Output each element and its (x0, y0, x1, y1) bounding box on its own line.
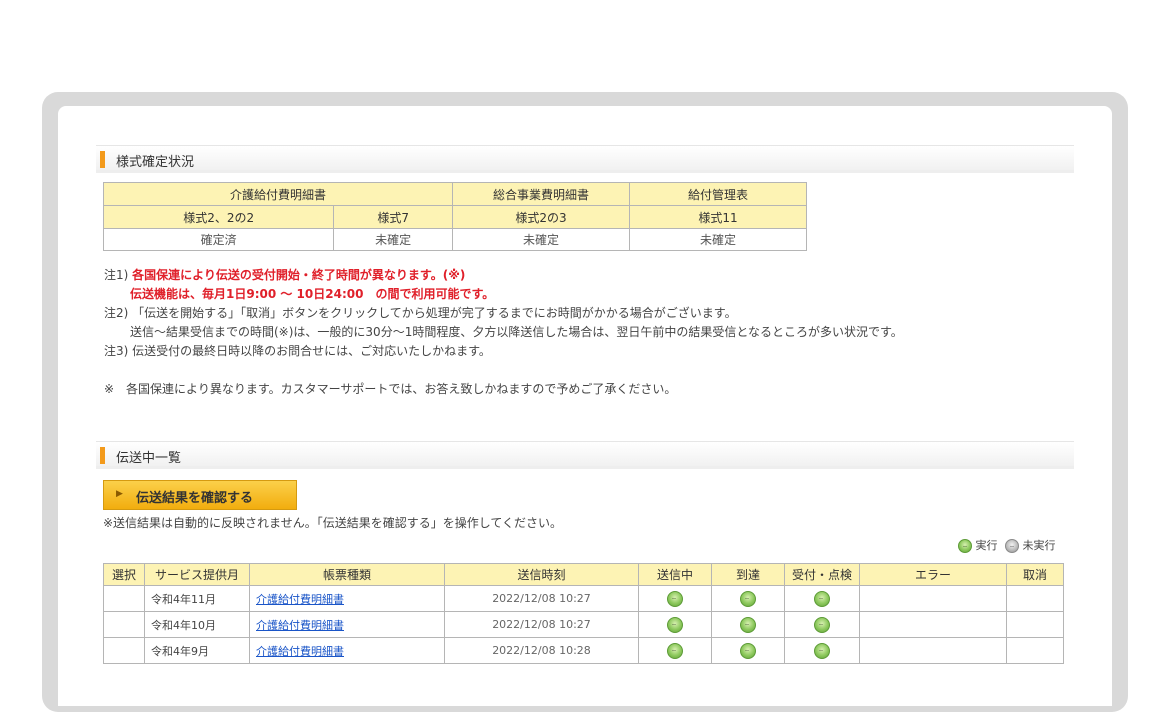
accepted-status (784, 585, 860, 612)
status-cell: 未確定 (452, 228, 630, 251)
note-3: 注3) 伝送受付の最終日時以降のお問合せには、ご対応いたしかねます。 (104, 344, 491, 358)
confirm-results-label: 伝送結果を確認する (136, 491, 254, 506)
select-cell[interactable] (103, 611, 145, 638)
form-header: 様式2、2の2 (102, 205, 335, 229)
green-circle-icon (814, 590, 830, 607)
section-header-transmission-list: 伝送中一覧 (96, 441, 1074, 469)
green-circle-icon (740, 590, 756, 607)
accepted-status (784, 611, 860, 638)
sending-status (638, 611, 712, 638)
note-2: 注2) 「伝送を開始する」「取消」ボタンをクリックしてから処理が完了するまでにお… (104, 306, 737, 320)
status-cell: 未確定 (333, 228, 453, 251)
form-header: 様式7 (333, 205, 453, 229)
group-header: 介護給付費明細書 (103, 182, 453, 206)
column-header: 送信時刻 (444, 563, 639, 586)
note-1: 注1) 各国保連により伝送の受付開始・終了時間が異なります。(※) (104, 266, 903, 285)
group-header: 総合事業費明細書 (452, 182, 630, 206)
error-cell (859, 611, 1007, 638)
form-status-table: 介護給付費明細書 総合事業費明細書 給付管理表 様式2、2の2 様式7 様式2の… (102, 182, 807, 251)
cancel-cell (1006, 585, 1064, 612)
legend-executed: 実行 (975, 539, 998, 552)
sending-status (638, 585, 712, 612)
select-cell[interactable] (103, 637, 145, 664)
cancel-cell (1006, 637, 1064, 664)
column-header: 選択 (103, 563, 145, 586)
section-accent-bar (100, 151, 105, 168)
form-type-cell: 介護給付費明細書 (249, 637, 445, 664)
select-cell[interactable] (103, 585, 145, 612)
green-circle-icon (740, 642, 756, 659)
notes-block: 注1) 各国保連により伝送の受付開始・終了時間が異なります。(※) 伝送機能は、… (104, 266, 903, 399)
note-2-line-2: 送信～結果受信までの時間(※)は、一般的に30分～1時間程度、夕方以降送信した場… (130, 325, 903, 339)
sending-status (638, 637, 712, 664)
section-title: 伝送中一覧 (116, 451, 182, 466)
status-legend: 実行 未実行 (958, 537, 1056, 553)
send-time: 2022/12/08 10:28 (444, 637, 639, 664)
column-header: サービス提供月 (144, 563, 250, 586)
arrived-status (711, 611, 785, 638)
accepted-status (784, 637, 860, 664)
green-circle-icon (814, 616, 830, 633)
arrived-status (711, 637, 785, 664)
note-1-line-2: 伝送機能は、毎月1日9:00 ～ 10日24:00 の間で利用可能です。 (104, 285, 903, 304)
form-type-cell: 介護給付費明細書 (249, 611, 445, 638)
note-1-text-2: 伝送機能は、毎月1日9:00 ～ 10日24:00 の間で利用可能です。 (130, 287, 495, 301)
form-header: 様式2の3 (452, 205, 630, 229)
results-hint: ※送信結果は自動的に反映されません。「伝送結果を確認する」を操作してください。 (103, 516, 562, 530)
confirm-results-button[interactable]: ▶ 伝送結果を確認する (103, 480, 297, 510)
column-header: 到達 (711, 563, 785, 586)
section-header-form-status: 様式確定状況 (96, 145, 1074, 173)
error-cell (859, 637, 1007, 664)
green-circle-icon (958, 539, 972, 553)
table-row: 令和4年10月 介護給付費明細書 2022/12/08 10:27 (103, 611, 1064, 638)
form-type-link[interactable]: 介護給付費明細書 (256, 619, 344, 632)
green-circle-icon (667, 642, 683, 659)
arrow-right-icon: ▶ (116, 489, 123, 499)
note-1-text: 各国保連により伝送の受付開始・終了時間が異なります。(※) (132, 268, 466, 282)
transmission-table: 選択 サービス提供月 帳票種類 送信時刻 送信中 到達 受付・点検 エラー 取消… (103, 563, 1064, 664)
service-month: 令和4年10月 (144, 611, 250, 638)
section-accent-bar (100, 447, 105, 464)
footnote: ※ 各国保連により異なります。カスタマーサポートでは、お答え致しかねますので予め… (104, 382, 677, 396)
green-circle-icon (667, 590, 683, 607)
send-time: 2022/12/08 10:27 (444, 585, 639, 612)
note-1-prefix: 注1) (104, 268, 129, 282)
error-cell (859, 585, 1007, 612)
service-month: 令和4年9月 (144, 637, 250, 664)
green-circle-icon (740, 616, 756, 633)
section-title: 様式確定状況 (116, 155, 195, 170)
legend-not-executed: 未実行 (1022, 539, 1056, 552)
form-type-link[interactable]: 介護給付費明細書 (256, 593, 344, 606)
arrived-status (711, 585, 785, 612)
form-type-cell: 介護給付費明細書 (249, 585, 445, 612)
column-header: 取消 (1006, 563, 1064, 586)
form-type-link[interactable]: 介護給付費明細書 (256, 645, 344, 658)
table-row: 令和4年11月 介護給付費明細書 2022/12/08 10:27 (103, 585, 1064, 612)
cancel-cell (1006, 611, 1064, 638)
service-month: 令和4年11月 (144, 585, 250, 612)
status-cell: 確定済 (102, 228, 335, 251)
status-cell: 未確定 (629, 228, 807, 251)
send-time: 2022/12/08 10:27 (444, 611, 639, 638)
green-circle-icon (667, 616, 683, 633)
group-header: 給付管理表 (629, 182, 807, 206)
gray-circle-icon (1005, 539, 1019, 553)
column-header: 送信中 (638, 563, 712, 586)
table-header-row: 選択 サービス提供月 帳票種類 送信時刻 送信中 到達 受付・点検 エラー 取消 (103, 563, 1064, 586)
green-circle-icon (814, 642, 830, 659)
form-header: 様式11 (629, 205, 807, 229)
table-row: 令和4年9月 介護給付費明細書 2022/12/08 10:28 (103, 637, 1064, 664)
column-header: エラー (859, 563, 1007, 586)
column-header: 帳票種類 (249, 563, 445, 586)
column-header: 受付・点検 (784, 563, 860, 586)
